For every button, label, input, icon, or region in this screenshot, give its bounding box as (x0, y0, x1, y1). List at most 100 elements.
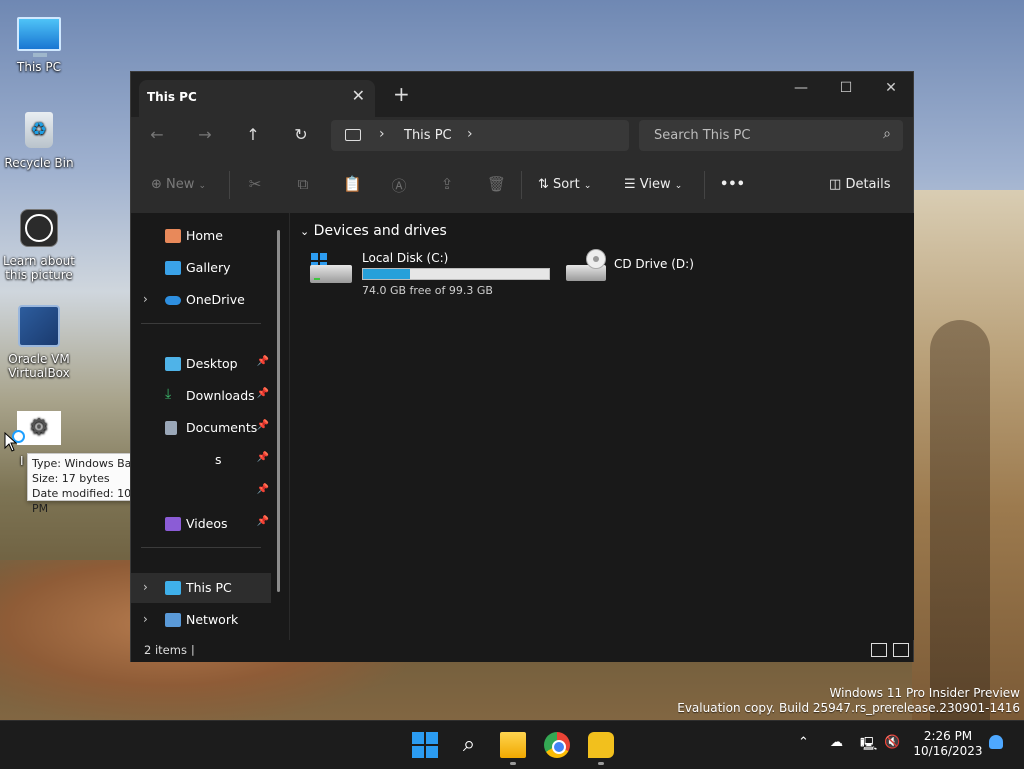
desktop-icon-learn-about-picture[interactable]: Learn about this picture (0, 206, 78, 282)
nav-item-desktop[interactable]: Desktop 📌 (131, 349, 271, 379)
sort-button[interactable]: ⇅ Sort ⌄ (538, 177, 591, 192)
content-area: ⌄ Devices and drives Local Disk (C:) 74.… (289, 213, 914, 640)
taskbar: ⌕ ⌃ ☁ 🖳 🔇 2:26 PM 10/16/2023 (0, 720, 1024, 769)
plus-circle-icon: ⊕ (151, 177, 162, 192)
nav-item-pictures[interactable]: s 📌 (131, 445, 271, 475)
pin-icon[interactable]: 📌 (257, 484, 269, 495)
drive-cd-d[interactable]: CD Drive (D:) (564, 249, 724, 295)
pin-icon[interactable]: 📌 (257, 452, 269, 463)
copy-icon[interactable]: ⧉ (295, 175, 311, 193)
video-icon (165, 517, 181, 531)
paste-icon[interactable]: 📋 (343, 175, 362, 193)
nav-label: Documents (186, 420, 258, 435)
chevron-right-icon[interactable]: › (467, 126, 473, 142)
delete-icon[interactable]: 🗑 (487, 175, 506, 193)
desktop-icon-label: This PC (17, 60, 61, 74)
nav-item-onedrive[interactable]: › OneDrive (131, 285, 271, 315)
home-icon (165, 229, 181, 243)
chrome-icon[interactable] (544, 732, 570, 758)
tiles-view-icon[interactable] (893, 643, 909, 657)
cut-icon[interactable]: ✂ (247, 175, 263, 193)
file-explorer-icon[interactable] (500, 732, 526, 758)
sort-label: Sort (553, 177, 580, 192)
nav-label: OneDrive (186, 292, 245, 307)
network-icon (165, 613, 181, 627)
drive-usage-bar (362, 268, 550, 280)
share-icon[interactable]: ⇪ (439, 175, 455, 193)
pointer-cursor-icon (4, 432, 18, 452)
chevron-right-icon[interactable]: › (143, 292, 148, 306)
onedrive-tray-icon[interactable]: ☁ (830, 735, 843, 750)
nav-label: This PC (186, 580, 232, 595)
title-bar: This PC ✕ + — ☐ ✕ (131, 72, 913, 117)
group-header-devices[interactable]: ⌄ Devices and drives (300, 223, 447, 239)
minimize-button[interactable]: — (781, 80, 821, 96)
search-box[interactable]: Search This PC ⌕ (639, 120, 903, 151)
pin-icon[interactable]: 📌 (257, 388, 269, 399)
volume-muted-icon[interactable]: 🔇 (884, 735, 900, 750)
desktop-icon-label: Oracle VM VirtualBox (8, 352, 70, 380)
nav-label: Downloads (186, 388, 255, 403)
search-input[interactable]: Search This PC (654, 128, 750, 143)
view-button[interactable]: ☰ View ⌄ (624, 177, 682, 192)
up-button[interactable]: ↑ (241, 125, 265, 144)
desktop-icon-virtualbox[interactable]: Oracle VM VirtualBox (0, 304, 78, 380)
view-icon: ☰ (624, 177, 636, 192)
nav-label: Videos (186, 516, 228, 531)
breadcrumb-this-pc[interactable]: This PC (404, 128, 452, 143)
nav-item-this-pc[interactable]: › This PC (131, 573, 271, 603)
watermark-line-2: Evaluation copy. Build 25947.rs_prerelea… (677, 701, 1020, 715)
nav-item-network[interactable]: › Network (131, 605, 271, 635)
tab-this-pc[interactable]: This PC ✕ (139, 80, 375, 117)
navigation-pane: Home Gallery › OneDrive Desktop 📌 ⤓ Down… (131, 213, 288, 640)
search-icon: ⌕ (883, 126, 891, 142)
pin-icon[interactable]: 📌 (257, 516, 269, 527)
feedback-hub-icon[interactable] (588, 732, 614, 758)
download-icon: ⤓ (165, 386, 172, 402)
details-view-icon[interactable] (871, 643, 887, 657)
start-button[interactable] (412, 732, 438, 758)
details-button[interactable]: ◫ Details (829, 177, 891, 192)
recycle-bin-icon: ♻ (17, 108, 61, 152)
pin-icon[interactable]: 📌 (257, 356, 269, 367)
nav-divider (141, 323, 261, 324)
nav-item-documents[interactable]: Documents 📌 (131, 413, 271, 443)
gear-icon: ⚙ (17, 406, 61, 450)
more-options-button[interactable]: ••• (720, 177, 745, 192)
maximize-button[interactable]: ☐ (826, 80, 866, 96)
nav-divider (141, 547, 261, 548)
view-label: View (639, 177, 671, 192)
forward-button[interactable]: → (193, 125, 217, 144)
chevron-right-icon[interactable]: › (379, 126, 385, 142)
desktop-icon-recycle-bin[interactable]: ♻ Recycle Bin (0, 108, 78, 170)
network-tray-icon[interactable]: 🖳 (860, 735, 877, 757)
new-button[interactable]: ⊕ New ⌄ (151, 177, 206, 192)
close-window-button[interactable]: ✕ (871, 80, 911, 96)
chevron-right-icon[interactable]: › (143, 580, 148, 594)
system-clock[interactable]: 2:26 PM 10/16/2023 (912, 729, 984, 759)
nav-item-gallery[interactable]: Gallery (131, 253, 271, 283)
address-bar[interactable]: › This PC › (331, 120, 629, 151)
nav-item-music[interactable]: 📌 (131, 477, 271, 507)
refresh-button[interactable]: ↻ (289, 125, 313, 144)
nav-scrollbar[interactable] (277, 230, 280, 592)
nav-item-downloads[interactable]: ⤓ Downloads 📌 (131, 381, 271, 411)
notification-bell-icon[interactable] (989, 735, 1003, 749)
running-indicator (510, 762, 516, 765)
nav-item-videos[interactable]: Videos 📌 (131, 509, 271, 539)
drive-local-disk-c[interactable]: Local Disk (C:) 74.0 GB free of 99.3 GB (310, 249, 550, 297)
close-tab-icon[interactable]: ✕ (352, 86, 365, 105)
nav-item-home[interactable]: Home (131, 221, 271, 251)
add-tab-button[interactable]: + (393, 82, 410, 106)
desktop-icon-this-pc[interactable]: This PC (0, 12, 78, 74)
chevron-up-icon[interactable]: ⌃ (798, 735, 809, 750)
search-icon[interactable]: ⌕ (456, 732, 482, 758)
chevron-right-icon[interactable]: › (143, 612, 148, 626)
monitor-icon (345, 129, 361, 141)
rename-icon[interactable]: Ⓐ (391, 175, 407, 195)
chevron-down-icon[interactable]: ⌄ (300, 225, 309, 238)
pin-icon[interactable]: 📌 (257, 420, 269, 431)
chevron-down-icon: ⌄ (674, 181, 683, 191)
hard-drive-icon (310, 253, 352, 283)
back-button[interactable]: ← (145, 125, 169, 144)
